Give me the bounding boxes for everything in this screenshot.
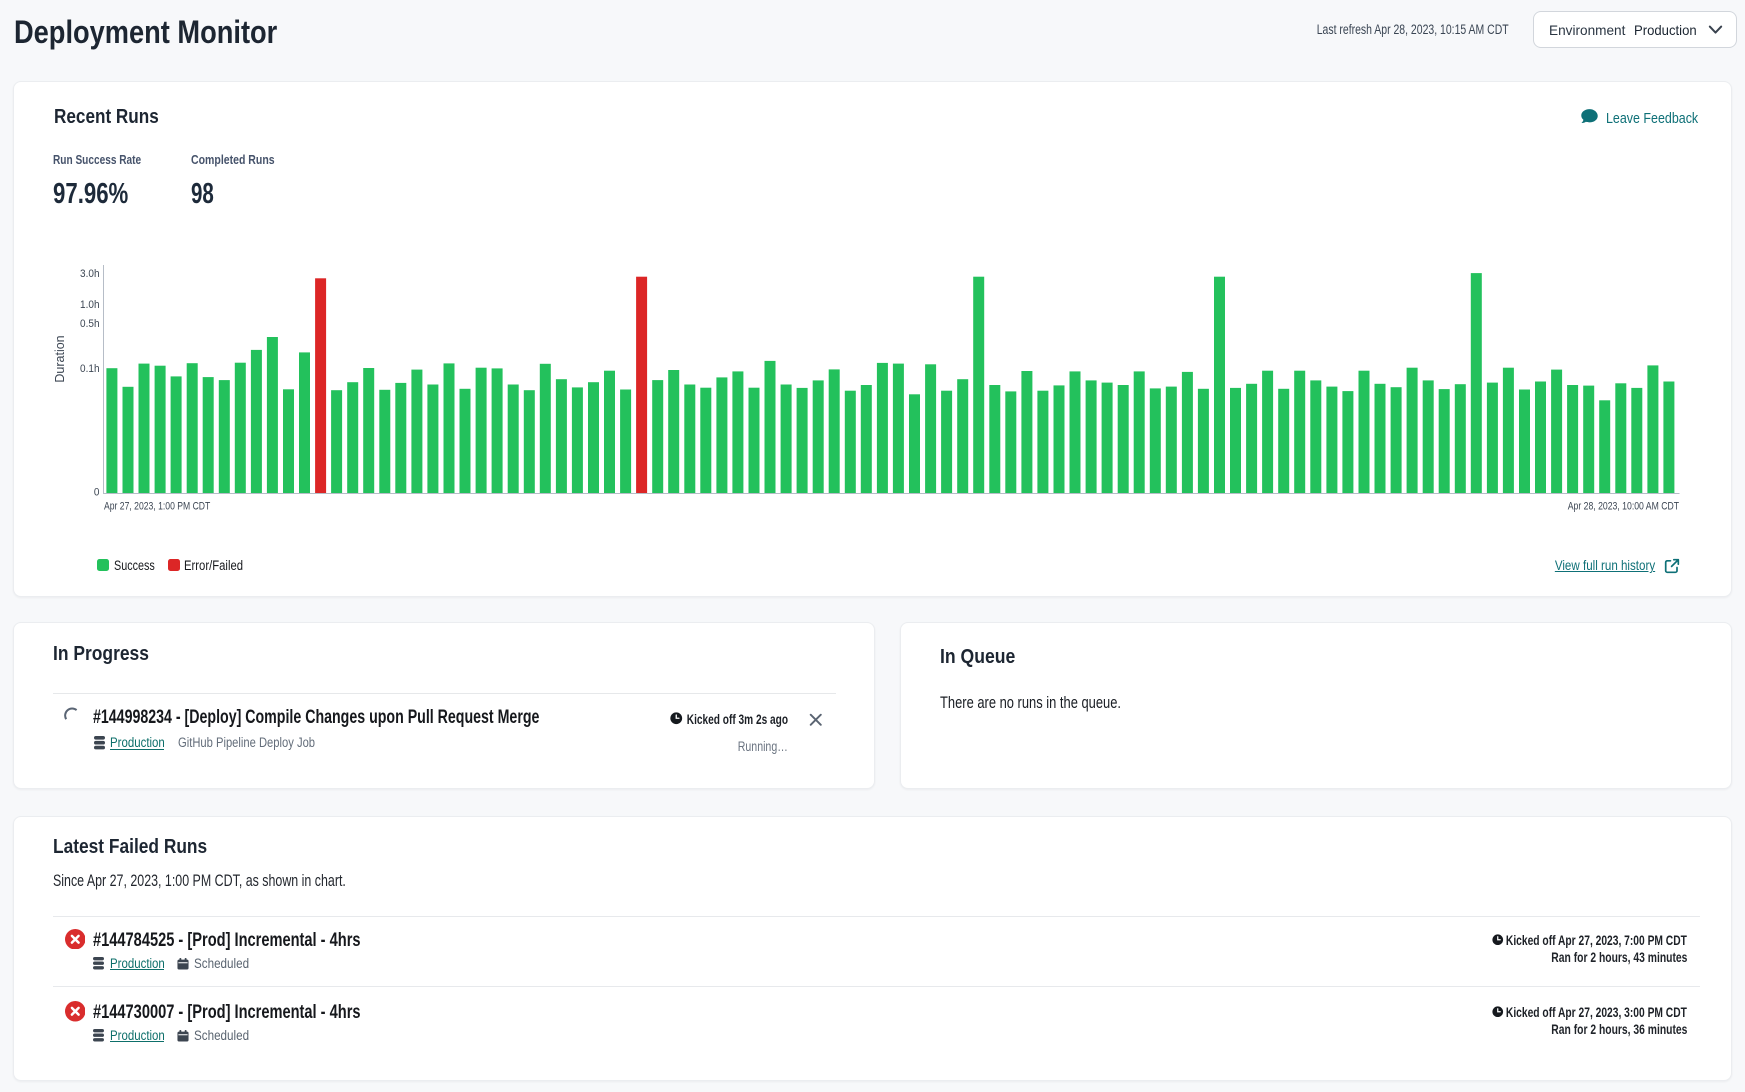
svg-text:0: 0 <box>94 486 100 499</box>
svg-text:Apr 27, 2023, 1:00 PM CDT: Apr 27, 2023, 1:00 PM CDT <box>104 500 210 512</box>
svg-text:1.0h: 1.0h <box>80 298 99 311</box>
svg-text:0.5h: 0.5h <box>80 317 99 330</box>
svg-text:3.0h: 3.0h <box>80 267 99 280</box>
svg-text:0.1h: 0.1h <box>80 363 99 376</box>
svg-text:Apr 28, 2023, 10:00 AM CDT: Apr 28, 2023, 10:00 AM CDT <box>1568 500 1679 512</box>
svg-text:Duration: Duration <box>53 335 67 382</box>
